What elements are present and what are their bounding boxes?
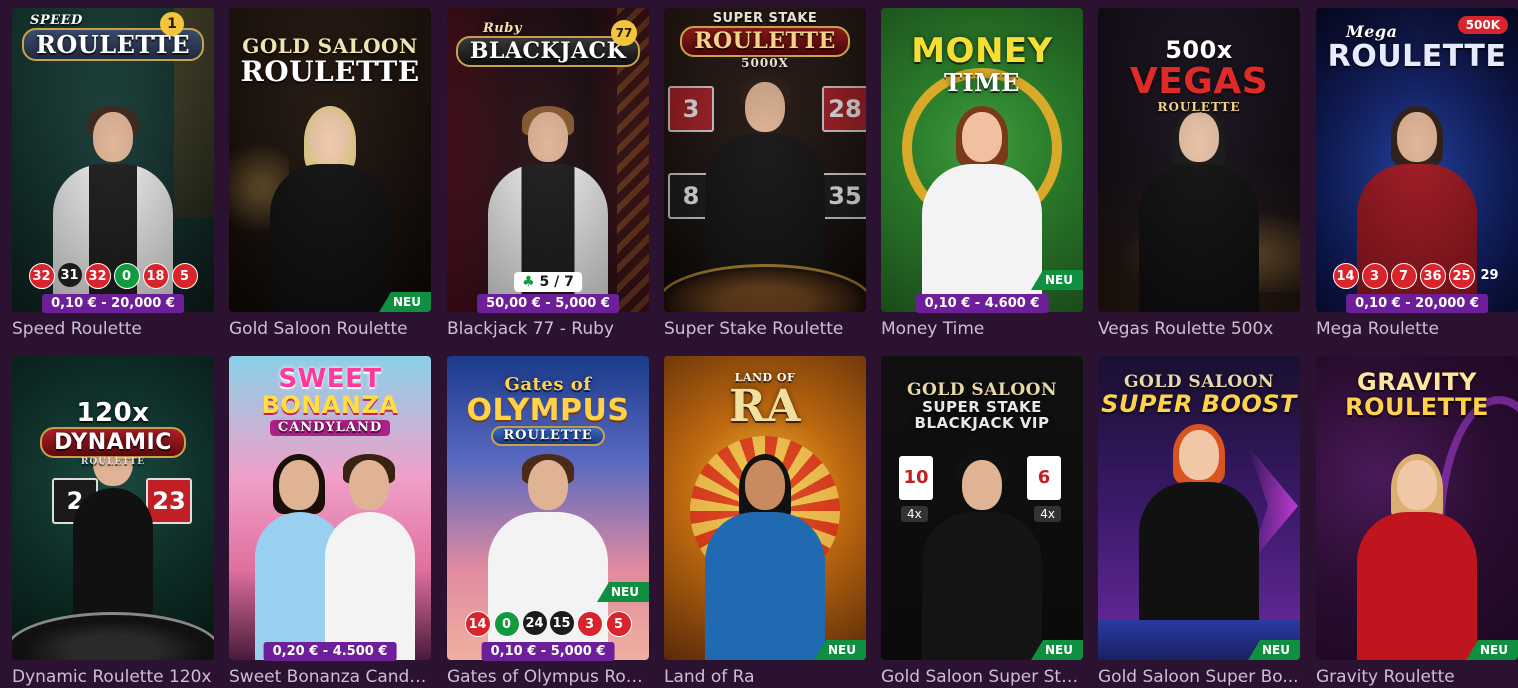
result-ball: 24 — [522, 611, 547, 635]
seat-icon: ♣ — [522, 274, 540, 290]
game-title[interactable]: Sweet Bonanza Candy... — [229, 667, 431, 687]
bet-limits: 0,20 € - 4.500 € — [263, 642, 397, 661]
game-thumbnail[interactable]: SPEED ROULETTE 1 32 31 32 0 18 5 — [12, 8, 214, 312]
game-thumbnail[interactable]: 500x VEGAS ROULETTE — [1098, 8, 1300, 312]
game-title[interactable]: Gates of Olympus Rou... — [447, 667, 649, 687]
result-ball: 5 — [171, 263, 198, 289]
result-ball: 0 — [493, 611, 520, 637]
result-ball: 36 — [1419, 263, 1446, 289]
bet-limits: 0,10 € - 20,000 € — [42, 294, 184, 313]
recent-results: 32 31 32 0 18 5 — [12, 263, 214, 289]
bet-limits: 50,00 € - 5,000 € — [477, 294, 619, 313]
result-ball: 32 — [84, 263, 111, 289]
game-logo: SUPER STAKE ROULETTE 5000X — [664, 12, 866, 69]
result-ball: 5 — [605, 611, 632, 637]
game-thumbnail[interactable]: Mega ROULETTE 500K 14 3 7 36 25 29 — [1316, 8, 1518, 312]
dealer-figure — [705, 454, 825, 660]
dealer-figure — [922, 454, 1042, 660]
game-thumbnail[interactable]: SWEET BONANZA CANDYLAND — [229, 356, 431, 660]
game-thumbnail[interactable]: MONEY TIME NEU — [881, 8, 1083, 312]
game-logo: 120x DYNAMIC ROULETTE — [12, 399, 214, 468]
game-logo: LAND OF RA — [729, 371, 801, 432]
game-logo: 500x VEGAS ROULETTE — [1129, 36, 1269, 114]
game-logo: MONEY TIME — [911, 31, 1053, 97]
game-grid: SPEED ROULETTE 1 32 31 32 0 18 5 0,10 € - 20,… — [0, 0, 1518, 688]
game-thumbnail[interactable]: 3 28 8 35 SUPER STAKE ROULETTE 5000X — [664, 8, 866, 312]
bet-limits: 0,10 € - 20,000 € — [1346, 294, 1488, 313]
result-ball: 29 — [1480, 267, 1499, 283]
game-thumbnail[interactable]: Ruby BLACKJACK 77 ♣ 5 / 7 — [447, 8, 649, 312]
result-ball: 0 — [113, 263, 140, 289]
result-ball: 32 — [28, 263, 55, 289]
game-title[interactable]: Super Stake Roulette — [664, 319, 866, 339]
dealer-figure — [325, 454, 416, 660]
dealer-figure — [1139, 424, 1259, 632]
recent-results: 14 0 24 15 3 5 — [447, 611, 649, 637]
dealer-figure — [922, 106, 1042, 312]
corner-badge: 500K — [1457, 16, 1508, 34]
seats-available: ♣ 5 / 7 — [514, 272, 582, 292]
game-title[interactable]: Mega Roulette — [1316, 319, 1518, 339]
game-thumbnail[interactable]: GOLD SALOON SUPER BOOST NEU — [1098, 356, 1300, 660]
game-thumbnail[interactable]: Gates of OLYMPUS ROULETTE NEU 14 0 24 15 3 5 — [447, 356, 649, 660]
game-logo: GOLD SALOON ROULETTE — [240, 34, 420, 88]
game-thumbnail[interactable]: GRAVITY ROULETTE NEU — [1316, 356, 1518, 660]
game-thumbnail[interactable]: GOLD SALOON ROULETTE NEU — [229, 8, 431, 312]
game-title[interactable]: Gold Saloon Roulette — [229, 319, 431, 339]
game-thumbnail[interactable]: 2 23 120x DYNAMIC ROULETTE — [12, 356, 214, 660]
game-title[interactable]: Speed Roulette — [12, 319, 214, 339]
dealer-figure — [1357, 454, 1477, 660]
corner-badge: 77 — [611, 20, 637, 46]
recent-results: 14 3 7 36 25 29 — [1316, 263, 1518, 289]
game-title[interactable]: Vegas Roulette 500x — [1098, 319, 1300, 339]
game-logo: GOLD SALOON SUPER STAKE BLACKJACK VIP — [906, 380, 1058, 432]
result-ball: 3 — [576, 611, 603, 637]
bet-limits: 0,10 € - 5,000 € — [481, 642, 615, 661]
result-ball: 7 — [1390, 263, 1417, 289]
game-logo: Gates of OLYMPUS ROULETTE — [447, 375, 649, 447]
game-title[interactable]: Gold Saloon Super Sta... — [881, 667, 1083, 687]
game-title[interactable]: Gold Saloon Super Bo... — [1098, 667, 1300, 687]
result-ball: 25 — [1448, 263, 1475, 289]
game-title[interactable]: Gravity Roulette — [1316, 667, 1518, 687]
game-thumbnail[interactable]: 10 4x 6 4x GOLD SALOON SUPER STAKE BLACK… — [881, 356, 1083, 660]
bet-limits: 0,10 € - 4.600 € — [915, 294, 1049, 313]
seats-count: 5 / 7 — [539, 274, 574, 290]
game-logo: GOLD SALOON SUPER BOOST — [1101, 372, 1297, 418]
game-title[interactable]: Dynamic Roulette 120x — [12, 667, 214, 687]
game-title[interactable]: Money Time — [881, 319, 1083, 339]
result-ball: 14 — [1332, 263, 1359, 289]
game-title[interactable]: Blackjack 77 - Ruby — [447, 319, 649, 339]
result-ball: 15 — [549, 611, 574, 635]
result-ball: 3 — [1361, 263, 1388, 289]
result-ball: 18 — [142, 263, 169, 289]
result-ball: 31 — [57, 263, 82, 287]
game-title[interactable]: Land of Ra — [664, 667, 866, 687]
game-logo: GRAVITY ROULETTE — [1345, 368, 1489, 422]
corner-badge: 1 — [160, 12, 184, 36]
game-thumbnail[interactable]: LAND OF RA NEU — [664, 356, 866, 660]
result-ball: 14 — [464, 611, 491, 637]
game-logo: SWEET BONANZA CANDYLAND — [261, 364, 399, 437]
